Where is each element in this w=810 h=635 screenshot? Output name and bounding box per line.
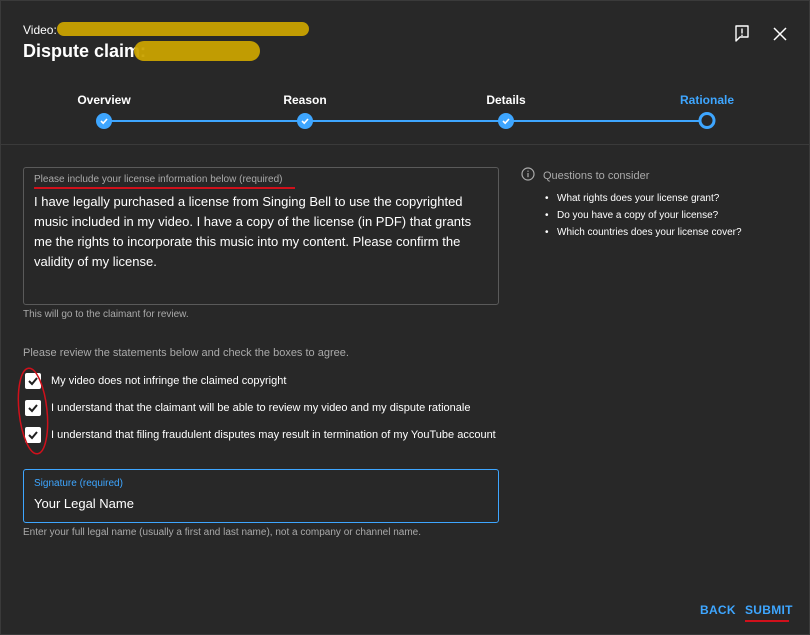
list-item: Which countries does your license cover? — [545, 224, 742, 241]
back-button[interactable]: BACK — [700, 603, 736, 617]
signature-helper-text: Enter your full legal name (usually a fi… — [23, 527, 421, 538]
signature-field[interactable]: Signature (required) Your Legal Name — [23, 469, 499, 523]
report-flag-icon[interactable] — [733, 25, 751, 43]
list-item: What rights does your license grant? — [545, 190, 742, 207]
questions-heading-text: Questions to consider — [543, 169, 650, 182]
signature-input[interactable]: Your Legal Name — [34, 496, 134, 511]
step-progress: Overview Reason Details Rationale — [1, 91, 809, 131]
step-label-rationale[interactable]: Rationale — [680, 93, 734, 107]
page-title: Dispute claim: — [23, 41, 147, 61]
step-rationale-current-icon — [698, 112, 716, 129]
redacted-claim-name — [134, 41, 260, 61]
statement-label-1[interactable]: My video does not infringe the claimed c… — [51, 375, 286, 387]
submit-button[interactable]: SUBMIT — [745, 603, 793, 617]
step-reason-check-icon — [297, 113, 313, 129]
annotation-circle — [17, 367, 49, 455]
close-icon[interactable] — [771, 25, 789, 43]
annotation-underline — [745, 620, 789, 622]
questions-heading: Questions to consider — [521, 167, 742, 184]
license-info-label: Please include your license information … — [34, 174, 283, 185]
license-info-value[interactable]: I have legally purchased a license from … — [34, 192, 490, 272]
list-item: Do you have a copy of your license? — [545, 207, 742, 224]
statement-row-claimant-review: I understand that the claimant will be a… — [25, 400, 470, 416]
dispute-dialog: Video: Dispute claim: Overview Reason De… — [0, 0, 810, 635]
step-label-overview[interactable]: Overview — [77, 93, 130, 107]
statement-row-no-infringement: My video does not infringe the claimed c… — [25, 373, 286, 389]
questions-panel: Questions to consider What rights does y… — [521, 167, 742, 241]
step-overview-check-icon — [96, 113, 112, 129]
statements-intro: Please review the statements below and c… — [23, 347, 349, 359]
step-details-check-icon — [498, 113, 514, 129]
license-helper-text: This will go to the claimant for review. — [23, 309, 189, 320]
signature-label: Signature (required) — [34, 478, 123, 489]
step-label-reason[interactable]: Reason — [283, 93, 326, 107]
statement-label-3[interactable]: I understand that filing fraudulent disp… — [51, 429, 496, 441]
step-label-details[interactable]: Details — [486, 93, 525, 107]
redacted-video-title — [57, 22, 309, 36]
info-icon — [521, 167, 535, 184]
video-label: Video: — [23, 23, 57, 37]
statement-label-2[interactable]: I understand that the claimant will be a… — [51, 402, 470, 414]
step-progress-line — [104, 120, 708, 122]
statement-row-fraud-termination: I understand that filing fraudulent disp… — [25, 427, 496, 443]
header-divider — [1, 144, 809, 145]
questions-list: What rights does your license grant? Do … — [545, 190, 742, 241]
license-info-textarea[interactable]: Please include your license information … — [23, 167, 499, 305]
annotation-underline — [34, 187, 295, 189]
header-actions — [733, 25, 789, 43]
